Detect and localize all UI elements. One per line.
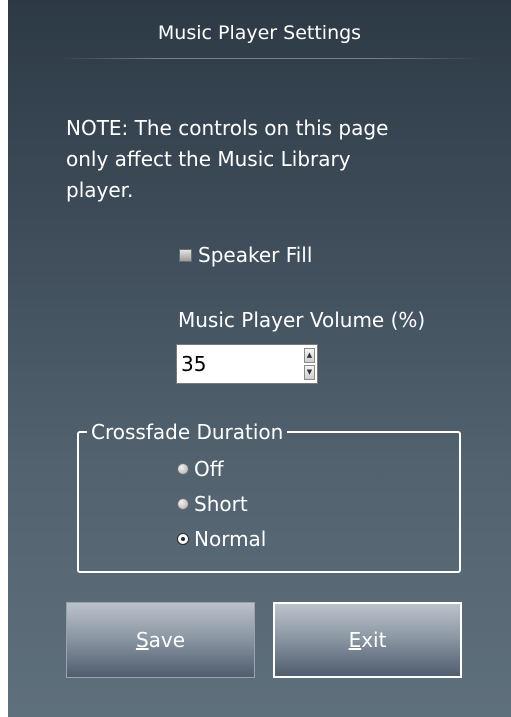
save-button[interactable]: Save xyxy=(66,602,255,678)
page-title: Music Player Settings xyxy=(157,22,362,44)
speaker-fill-checkbox[interactable]: Speaker Fill xyxy=(179,243,312,267)
save-mnemonic: S xyxy=(135,628,149,652)
save-label: ave xyxy=(148,628,186,652)
crossfade-legend: Crossfade Duration xyxy=(91,420,284,444)
crossfade-option-short[interactable]: Short xyxy=(177,492,248,516)
volume-label: Music Player Volume (%) xyxy=(178,308,426,332)
radio-label-normal: Normal xyxy=(194,527,267,551)
note-line-2: only affect the Music Library xyxy=(66,147,351,171)
note-line-1: NOTE: The controls on this page xyxy=(66,116,389,140)
exit-button[interactable]: Exit xyxy=(273,602,462,678)
title-divider xyxy=(58,58,481,59)
volume-input[interactable] xyxy=(177,345,295,383)
spin-up-button[interactable]: ▲ xyxy=(304,348,315,363)
radio-icon[interactable] xyxy=(177,498,189,510)
radio-label-off: Off xyxy=(194,457,224,481)
radio-icon[interactable] xyxy=(177,463,189,475)
spin-down-button[interactable]: ▼ xyxy=(304,365,315,380)
exit-label: xit xyxy=(361,628,387,652)
settings-panel: Music Player Settings NOTE: The controls… xyxy=(8,0,511,717)
crossfade-group: Crossfade Duration xyxy=(77,420,461,573)
note-text: NOTE: The controls on this page only aff… xyxy=(66,113,446,206)
exit-mnemonic: E xyxy=(348,628,362,652)
checkbox-icon[interactable] xyxy=(179,248,192,262)
crossfade-option-off[interactable]: Off xyxy=(177,457,224,481)
speaker-fill-label: Speaker Fill xyxy=(198,243,313,267)
volume-stepper[interactable]: ▲ ▼ xyxy=(176,344,318,384)
radio-label-short: Short xyxy=(194,492,248,516)
note-line-3: player. xyxy=(66,178,134,202)
crossfade-option-normal[interactable]: Normal xyxy=(177,527,266,551)
radio-selected-icon[interactable] xyxy=(177,533,189,545)
